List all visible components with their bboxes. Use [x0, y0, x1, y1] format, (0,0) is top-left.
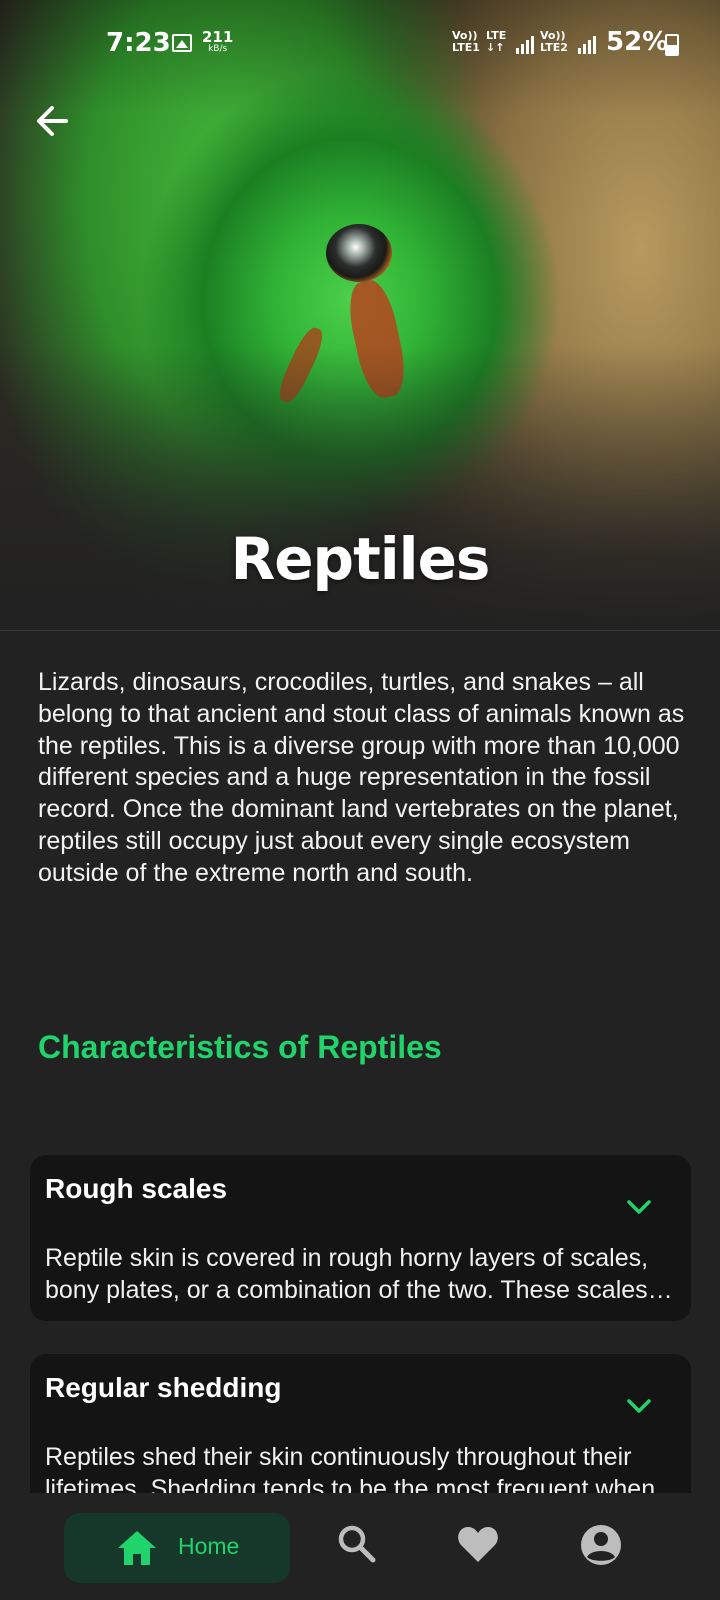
volte-sim1: Vo)) LTE1 [452, 30, 480, 53]
volte-sim2: Vo)) LTE2 [540, 30, 568, 53]
chevron-down-icon[interactable] [625, 1197, 653, 1217]
nav-home-button[interactable]: Home [64, 1513, 290, 1583]
card-body: Reptiles shed their skin continuously th… [45, 1443, 656, 1493]
account-icon[interactable] [579, 1523, 623, 1567]
network-speed: 211 kB/s [202, 30, 233, 54]
volte-sim1-bottom: LTE1 [452, 40, 480, 54]
lte-indicator: LTE ↓↑ [486, 30, 506, 53]
bottom-navigation: Home [0, 1493, 720, 1600]
lte-indicator-bottom: ↓↑ [486, 40, 505, 54]
card-title: Regular shedding [45, 1372, 282, 1403]
section-title: Characteristics of Reptiles [38, 1029, 442, 1065]
battery-percent: 52% [606, 27, 669, 57]
intro-paragraph: Lizards, dinosaurs, crocodiles, turtles,… [38, 668, 685, 887]
network-speed-value: 211 [202, 28, 234, 46]
card-body: Reptile skin is covered in rough horny l… [45, 1244, 649, 1304]
arrow-left-icon [37, 106, 68, 136]
heart-icon[interactable] [456, 1523, 500, 1565]
signal-sim1-icon [516, 36, 534, 54]
search-icon[interactable] [336, 1523, 378, 1565]
status-bar: 7:23 211 kB/s Vo)) LTE1 LTE ↓↑ Vo)) LTE2… [0, 0, 720, 90]
battery-icon [665, 34, 679, 56]
page-title: Reptiles [230, 525, 491, 593]
network-speed-unit: kB/s [208, 44, 228, 54]
volte-sim2-bottom: LTE2 [540, 40, 568, 54]
status-time: 7:23 [106, 28, 171, 58]
signal-sim2-icon [578, 36, 596, 54]
characteristic-card[interactable]: Regular shedding Reptiles shed their ski… [30, 1354, 691, 1493]
back-button[interactable] [28, 96, 78, 146]
nav-home-label: Home [178, 1533, 240, 1559]
scroll-content[interactable]: Lizards, dinosaurs, crocodiles, turtles,… [0, 631, 720, 1493]
chevron-down-icon[interactable] [625, 1396, 653, 1416]
image-notification-icon [172, 34, 192, 52]
card-title: Rough scales [45, 1173, 228, 1204]
characteristic-card[interactable]: Rough scales Reptile skin is covered in … [30, 1155, 691, 1321]
home-icon [118, 1531, 156, 1565]
